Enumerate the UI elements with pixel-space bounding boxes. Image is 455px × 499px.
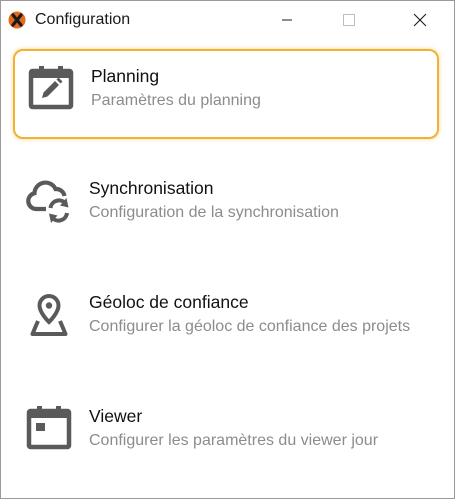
menu-item-geoloc[interactable]: Géoloc de confiance Configurer la géoloc… bbox=[13, 277, 439, 377]
window-title: Configuration bbox=[35, 11, 131, 28]
minimize-button[interactable] bbox=[264, 1, 310, 39]
item-description: Configuration de la synchronisation bbox=[89, 204, 339, 221]
item-title: Synchronisation bbox=[89, 178, 214, 198]
map-pin-icon bbox=[25, 290, 73, 338]
calendar-edit-icon bbox=[27, 64, 75, 112]
minimize-icon bbox=[281, 14, 293, 26]
item-title: Viewer bbox=[89, 406, 143, 426]
close-icon bbox=[413, 13, 427, 27]
item-title: Planning bbox=[91, 66, 160, 86]
item-description: Configurer la géoloc de confiance des pr… bbox=[89, 318, 411, 335]
item-description: Paramètres du planning bbox=[91, 92, 261, 109]
cloud-sync-icon bbox=[25, 176, 73, 224]
menu-item-viewer[interactable]: Viewer Configurer les paramètres du view… bbox=[13, 391, 439, 481]
item-title: Géoloc de confiance bbox=[89, 292, 249, 312]
close-button[interactable] bbox=[397, 1, 443, 39]
maximize-button[interactable] bbox=[326, 1, 372, 39]
item-description: Configurer les paramètres du viewer jour bbox=[89, 432, 379, 449]
menu-item-planning[interactable]: Planning Paramètres du planning bbox=[13, 49, 439, 139]
app-logo-icon bbox=[8, 11, 26, 29]
calendar-day-icon bbox=[25, 404, 73, 452]
maximize-icon bbox=[343, 14, 355, 26]
configuration-window: Configuration Planning Paramètres du pla… bbox=[0, 0, 455, 499]
menu-item-synchronisation[interactable]: Synchronisation Configuration de la sync… bbox=[13, 163, 439, 253]
title-bar[interactable]: Configuration bbox=[1, 1, 454, 39]
